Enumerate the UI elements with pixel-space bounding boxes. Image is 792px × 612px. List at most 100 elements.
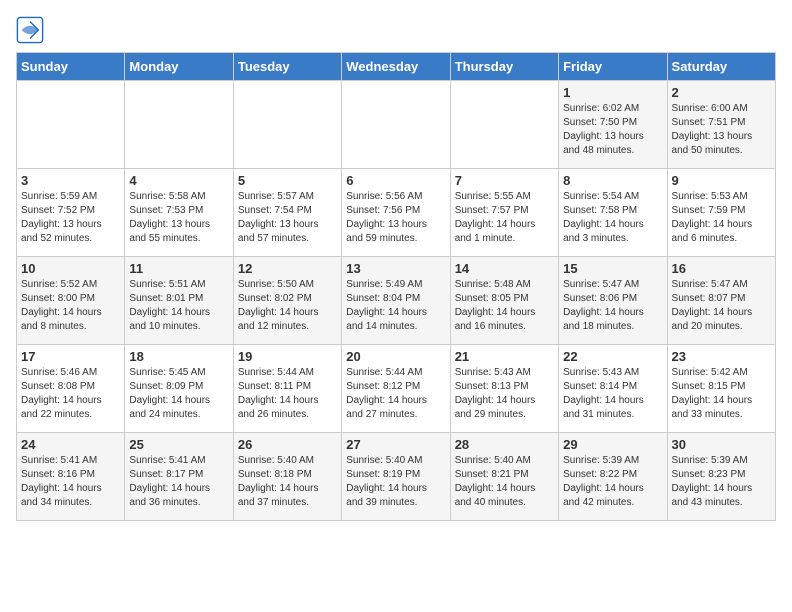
calendar-cell xyxy=(17,81,125,169)
calendar-cell xyxy=(125,81,233,169)
calendar-cell: 7Sunrise: 5:55 AMSunset: 7:57 PMDaylight… xyxy=(450,169,558,257)
calendar-cell xyxy=(342,81,450,169)
calendar-cell: 4Sunrise: 5:58 AMSunset: 7:53 PMDaylight… xyxy=(125,169,233,257)
cell-detail: Sunrise: 5:51 AMSunset: 8:01 PMDaylight:… xyxy=(129,278,228,334)
weekday-header-saturday: Saturday xyxy=(667,53,775,81)
weekday-header-friday: Friday xyxy=(559,53,667,81)
calendar-cell: 6 Sunrise: 5:56 AMSunset: 7:56 PMDaylight… xyxy=(342,169,450,257)
weekday-header-wednesday: Wednesday xyxy=(342,53,450,81)
cell-detail: Sunrise: 5:41 AMSunset: 8:17 PMDaylight:… xyxy=(129,454,228,510)
day-number: 15 xyxy=(563,261,662,276)
day-number: 20 xyxy=(346,349,445,364)
day-number: 9 xyxy=(672,173,771,188)
day-number: 14 xyxy=(455,261,554,276)
day-number: 21 xyxy=(455,349,554,364)
weekday-header-monday: Monday xyxy=(125,53,233,81)
cell-detail: Sunrise: 5:44 AMSunset: 8:11 PMDaylight:… xyxy=(238,366,337,422)
day-number: 6 xyxy=(346,173,445,188)
weekday-header-row: SundayMondayTuesdayWednesdayThursdayFrid… xyxy=(17,53,776,81)
calendar-cell: 28 Sunrise: 5:40 AMSunset: 8:21 PMDayligh… xyxy=(450,433,558,521)
calendar-cell: 11 Sunrise: 5:51 AMSunset: 8:01 PMDayligh… xyxy=(125,257,233,345)
cell-detail: Sunrise: 5:40 AMSunset: 8:21 PMDaylight:… xyxy=(455,454,554,510)
day-number: 2 xyxy=(672,85,771,100)
day-number: 11 xyxy=(129,261,228,276)
weekday-header-tuesday: Tuesday xyxy=(233,53,341,81)
calendar-cell: 15 Sunrise: 5:47 AMSunset: 8:06 PMDayligh… xyxy=(559,257,667,345)
cell-detail: Sunrise: 5:45 AMSunset: 8:09 PMDaylight:… xyxy=(129,366,228,422)
day-number: 23 xyxy=(672,349,771,364)
cell-detail: Sunrise: 5:40 AMSunset: 8:19 PMDaylight:… xyxy=(346,454,445,510)
calendar-cell: 18 Sunrise: 5:45 AMSunset: 8:09 PMDayligh… xyxy=(125,345,233,433)
calendar-cell: 2 Sunrise: 6:00 AMSunset: 7:51 PMDaylight… xyxy=(667,81,775,169)
calendar-cell: 17Sunrise: 5:46 AMSunset: 8:08 PMDayligh… xyxy=(17,345,125,433)
cell-detail: Sunrise: 5:41 AMSunset: 8:16 PMDaylight:… xyxy=(21,454,120,510)
calendar-cell: 29Sunrise: 5:39 AMSunset: 8:22 PMDayligh… xyxy=(559,433,667,521)
header xyxy=(16,16,776,44)
cell-detail: Sunrise: 5:50 AMSunset: 8:02 PMDaylight:… xyxy=(238,278,337,334)
day-number: 8 xyxy=(563,173,662,188)
day-number: 1 xyxy=(563,85,662,100)
calendar-cell xyxy=(233,81,341,169)
week-row-2: 3 Sunrise: 5:59 AMSunset: 7:52 PMDaylight… xyxy=(17,169,776,257)
cell-detail: Sunrise: 5:47 AMSunset: 8:07 PMDaylight:… xyxy=(672,278,771,334)
day-number: 3 xyxy=(21,173,120,188)
logo xyxy=(16,16,48,44)
cell-detail: Sunrise: 5:47 AMSunset: 8:06 PMDaylight:… xyxy=(563,278,662,334)
calendar-cell: 1 Sunrise: 6:02 AMSunset: 7:50 PMDaylight… xyxy=(559,81,667,169)
day-number: 16 xyxy=(672,261,771,276)
week-row-1: 1 Sunrise: 6:02 AMSunset: 7:50 PMDaylight… xyxy=(17,81,776,169)
calendar-cell: 9 Sunrise: 5:53 AMSunset: 7:59 PMDaylight… xyxy=(667,169,775,257)
calendar-cell: 5 Sunrise: 5:57 AMSunset: 7:54 PMDaylight… xyxy=(233,169,341,257)
cell-detail: Sunrise: 5:39 AMSunset: 8:23 PMDaylight:… xyxy=(672,454,771,510)
day-number: 27 xyxy=(346,437,445,452)
cell-detail: Sunrise: 5:55 AMSunset: 7:57 PMDaylight:… xyxy=(455,190,554,246)
calendar-cell: 10 Sunrise: 5:52 AMSunset: 8:00 PMDayligh… xyxy=(17,257,125,345)
calendar-cell: 20 Sunrise: 5:44 AMSunset: 8:12 PMDayligh… xyxy=(342,345,450,433)
day-number: 30 xyxy=(672,437,771,452)
cell-detail: Sunrise: 5:52 AMSunset: 8:00 PMDaylight:… xyxy=(21,278,120,334)
calendar-cell: 30 Sunrise: 5:39 AMSunset: 8:23 PMDayligh… xyxy=(667,433,775,521)
day-number: 13 xyxy=(346,261,445,276)
day-number: 26 xyxy=(238,437,337,452)
cell-detail: Sunrise: 5:43 AMSunset: 8:13 PMDaylight:… xyxy=(455,366,554,422)
day-number: 24 xyxy=(21,437,120,452)
cell-detail: Sunrise: 5:54 AMSunset: 7:58 PMDaylight:… xyxy=(563,190,662,246)
cell-detail: Sunrise: 5:44 AMSunset: 8:12 PMDaylight:… xyxy=(346,366,445,422)
day-number: 28 xyxy=(455,437,554,452)
day-number: 25 xyxy=(129,437,228,452)
week-row-4: 17Sunrise: 5:46 AMSunset: 8:08 PMDayligh… xyxy=(17,345,776,433)
calendar-cell: 21 Sunrise: 5:43 AMSunset: 8:13 PMDayligh… xyxy=(450,345,558,433)
calendar-cell: 25 Sunrise: 5:41 AMSunset: 8:17 PMDayligh… xyxy=(125,433,233,521)
cell-detail: Sunrise: 5:58 AMSunset: 7:53 PMDaylight:… xyxy=(129,190,228,246)
day-number: 12 xyxy=(238,261,337,276)
cell-detail: Sunrise: 6:02 AMSunset: 7:50 PMDaylight:… xyxy=(563,102,662,158)
calendar-cell: 3 Sunrise: 5:59 AMSunset: 7:52 PMDaylight… xyxy=(17,169,125,257)
cell-detail: Sunrise: 5:48 AMSunset: 8:05 PMDaylight:… xyxy=(455,278,554,334)
calendar-cell xyxy=(450,81,558,169)
day-number: 10 xyxy=(21,261,120,276)
weekday-header-thursday: Thursday xyxy=(450,53,558,81)
cell-detail: Sunrise: 5:40 AMSunset: 8:18 PMDaylight:… xyxy=(238,454,337,510)
cell-detail: Sunrise: 5:59 AMSunset: 7:52 PMDaylight:… xyxy=(21,190,120,246)
cell-detail: Sunrise: 5:53 AMSunset: 7:59 PMDaylight:… xyxy=(672,190,771,246)
cell-detail: Sunrise: 5:42 AMSunset: 8:15 PMDaylight:… xyxy=(672,366,771,422)
day-number: 22 xyxy=(563,349,662,364)
calendar-cell: 22 Sunrise: 5:43 AMSunset: 8:14 PMDayligh… xyxy=(559,345,667,433)
cell-detail: Sunrise: 5:56 AMSunset: 7:56 PMDaylight:… xyxy=(346,190,445,246)
weekday-header-sunday: Sunday xyxy=(17,53,125,81)
cell-detail: Sunrise: 5:57 AMSunset: 7:54 PMDaylight:… xyxy=(238,190,337,246)
cell-detail: Sunrise: 5:43 AMSunset: 8:14 PMDaylight:… xyxy=(563,366,662,422)
calendar-cell: 8 Sunrise: 5:54 AMSunset: 7:58 PMDaylight… xyxy=(559,169,667,257)
day-number: 17 xyxy=(21,349,120,364)
calendar-cell: 24 Sunrise: 5:41 AMSunset: 8:16 PMDayligh… xyxy=(17,433,125,521)
calendar-cell: 26 Sunrise: 5:40 AMSunset: 8:18 PMDayligh… xyxy=(233,433,341,521)
day-number: 19 xyxy=(238,349,337,364)
calendar-cell: 27 Sunrise: 5:40 AMSunset: 8:19 PMDayligh… xyxy=(342,433,450,521)
day-number: 18 xyxy=(129,349,228,364)
day-number: 5 xyxy=(238,173,337,188)
cell-detail: Sunrise: 6:00 AMSunset: 7:51 PMDaylight:… xyxy=(672,102,771,158)
cell-detail: Sunrise: 5:39 AMSunset: 8:22 PMDaylight:… xyxy=(563,454,662,510)
cell-detail: Sunrise: 5:49 AMSunset: 8:04 PMDaylight:… xyxy=(346,278,445,334)
calendar-cell: 13 Sunrise: 5:49 AMSunset: 8:04 PMDayligh… xyxy=(342,257,450,345)
calendar-table: SundayMondayTuesdayWednesdayThursdayFrid… xyxy=(16,52,776,521)
